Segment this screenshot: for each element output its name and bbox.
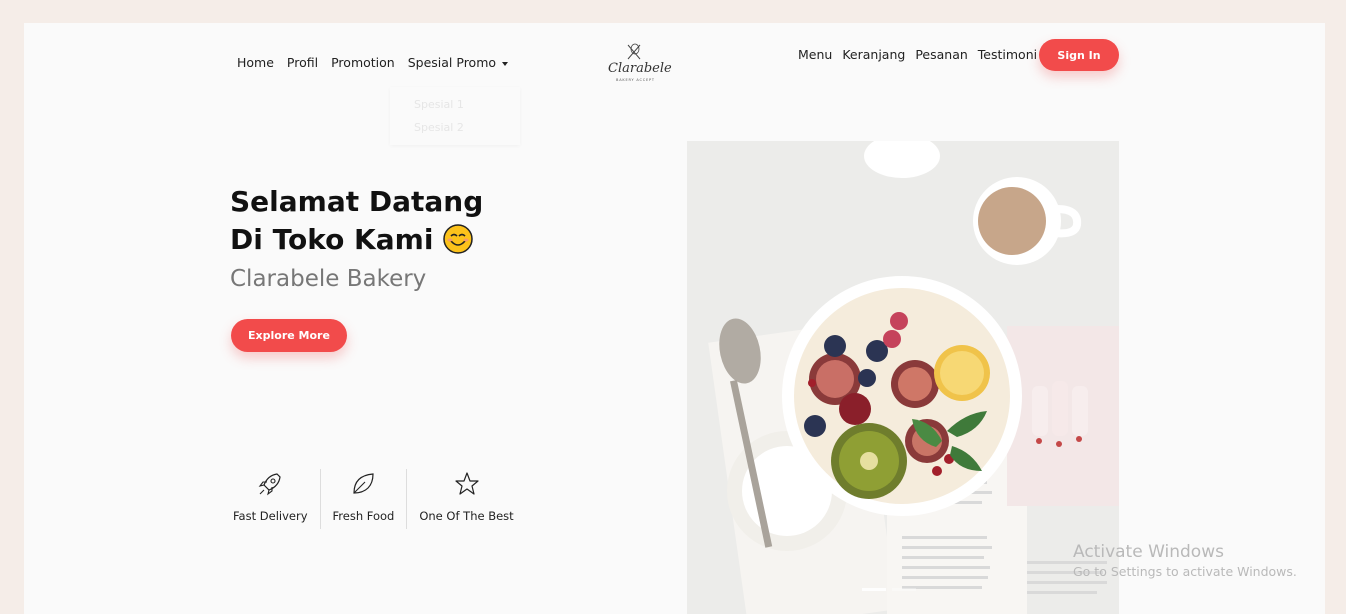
hero-title-line1: Selamat Datang [230,185,484,218]
sign-in-button[interactable]: Sign In [1039,39,1119,71]
whisk-logo-icon [627,43,641,60]
nav-spesial-promo[interactable]: Spesial Promo [407,55,509,70]
feature-label: Fast Delivery [233,509,308,523]
leaf-icon [353,473,375,494]
nav-testimoni[interactable]: Testimoni [978,47,1037,62]
watermark-title: Activate Windows [1073,542,1224,562]
nav-pesanan[interactable]: Pesanan [915,47,967,62]
logo-name: Clarabele [608,61,672,76]
explore-more-button[interactable]: Explore More [231,319,347,352]
caret-down-icon [502,61,509,66]
spesial-promo-dropdown: Spesial 1 Spesial 2 [390,87,520,145]
nav-menu[interactable]: Menu [798,47,832,62]
hero-title-line2: Di Toko Kami [230,223,434,256]
feature-label: One Of The Best [419,509,514,523]
hero-title: Selamat Datang Di Toko Kami [230,183,483,259]
feature-fast-delivery: Fast Delivery [233,469,320,529]
dropdown-item-spesial-2[interactable]: Spesial 2 [390,116,520,139]
nav-profil[interactable]: Profil [287,55,318,70]
nav-spesial-promo-label: Spesial Promo [407,55,497,70]
rocket-icon [258,473,281,496]
carousel-indicator-2[interactable] [892,588,916,591]
star-icon [454,472,479,495]
brand-logo[interactable]: Clarabele BAKERY ACCEPT [606,43,672,87]
hero-subtitle: Clarabele Bakery [230,266,427,292]
feature-label: Fresh Food [332,509,395,523]
hero-title-row2: Di Toko Kami [230,221,483,259]
nav-promotion[interactable]: Promotion [331,55,395,70]
hero-food-photo [687,141,1119,614]
smiley-emoji-icon [443,224,474,254]
feature-fresh-food: Fresh Food [319,469,407,529]
nav-right: Menu Keranjang Pesanan Testimoni [798,47,1037,62]
dropdown-item-spesial-1[interactable]: Spesial 1 [390,93,520,116]
page: Home Profil Promotion Spesial Promo Spes… [24,23,1325,614]
watermark-subtitle: Go to Settings to activate Windows. [1073,564,1297,579]
features-row: Fast Delivery Fresh Food One Of The Best [233,469,526,529]
activate-windows-watermark: Activate Windows Go to Settings to activ… [1073,542,1297,579]
carousel-indicators [862,588,916,591]
nav-left: Home Profil Promotion Spesial Promo [237,55,509,70]
food-bowl-illustration [687,141,1119,614]
logo-tagline: BAKERY ACCEPT [616,78,655,82]
feature-one-of-the-best: One Of The Best [406,469,525,529]
nav-home[interactable]: Home [237,55,274,70]
nav-keranjang[interactable]: Keranjang [842,47,905,62]
carousel-indicator-1[interactable] [862,588,886,591]
